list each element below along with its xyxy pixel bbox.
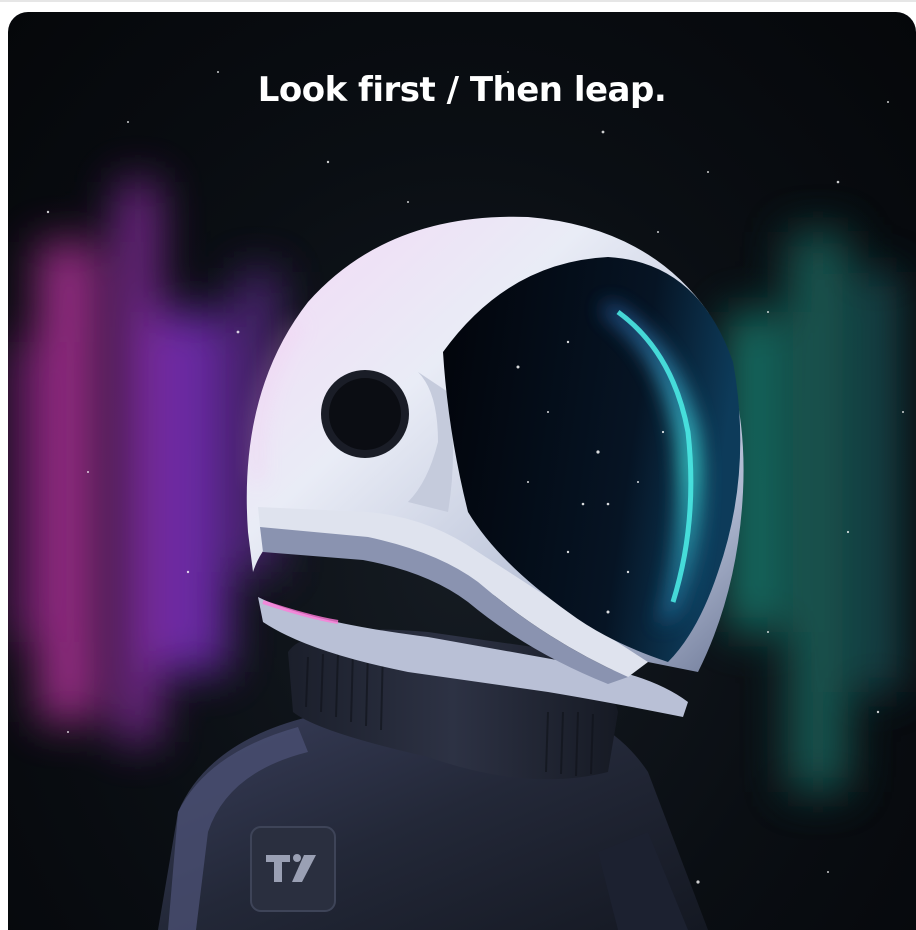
aurora-right (728, 232, 898, 792)
top-divider (0, 0, 916, 2)
aurora-left (8, 182, 278, 742)
hero-banner: Look first / Then leap. (8, 12, 916, 930)
tradingview-logo-icon (250, 826, 336, 912)
astronaut-illustration (8, 71, 904, 930)
headline: Look first / Then leap. (257, 70, 667, 110)
